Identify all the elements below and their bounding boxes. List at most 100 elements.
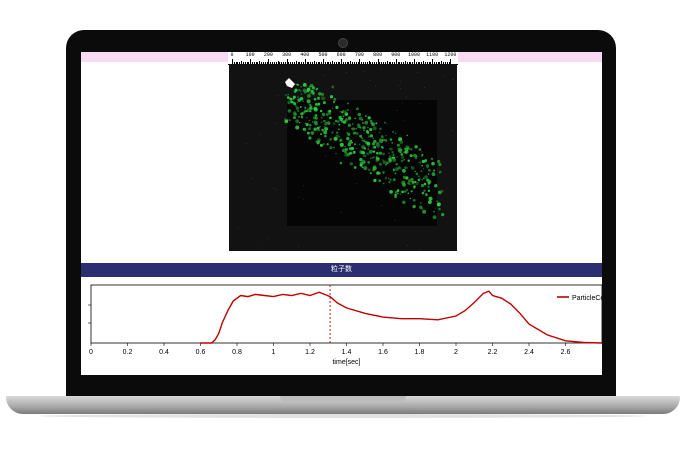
particle-dot bbox=[370, 121, 374, 125]
particle-dot bbox=[332, 100, 336, 104]
particle-dot bbox=[355, 147, 357, 149]
particle-dot bbox=[328, 109, 332, 113]
noise-dot bbox=[275, 122, 277, 124]
particle-dot bbox=[401, 190, 404, 194]
particle-dot bbox=[421, 154, 424, 156]
ruler-label: 100 bbox=[245, 52, 255, 58]
particle-dot bbox=[383, 121, 386, 124]
particle-dot bbox=[329, 138, 332, 141]
particle-dot bbox=[389, 138, 393, 141]
particle-dot bbox=[318, 140, 320, 142]
particle-dot bbox=[369, 127, 373, 132]
particle-image-view[interactable] bbox=[229, 64, 457, 251]
particle-dot bbox=[371, 142, 375, 146]
particle-dot bbox=[407, 192, 410, 195]
particle-dot bbox=[399, 140, 404, 144]
particle-dot bbox=[418, 161, 422, 164]
particle-dot bbox=[368, 146, 370, 148]
noise-dot bbox=[401, 102, 403, 104]
ruler-label: 900 bbox=[391, 52, 401, 58]
noise-dot bbox=[374, 85, 376, 87]
particle-dot bbox=[318, 92, 322, 96]
particle-dot bbox=[403, 176, 406, 179]
particle-dot bbox=[410, 190, 413, 193]
particle-dot bbox=[420, 170, 423, 173]
particle-dot bbox=[394, 132, 397, 135]
particle-dot bbox=[284, 94, 287, 96]
particle-dot bbox=[410, 154, 413, 157]
noise-dot bbox=[328, 68, 330, 70]
particle-dot bbox=[311, 121, 314, 123]
x-tick-label: 1.8 bbox=[415, 349, 425, 356]
x-tick-label: 1.6 bbox=[378, 349, 388, 356]
particle-dot bbox=[422, 168, 425, 170]
particle-dot bbox=[295, 83, 297, 86]
particle-dot bbox=[327, 112, 330, 115]
particle-dot bbox=[284, 119, 289, 123]
particle-dot bbox=[308, 127, 311, 130]
particle-dot bbox=[424, 158, 428, 162]
particle-dot bbox=[406, 167, 409, 169]
noise-dot bbox=[286, 79, 288, 81]
particle-dot bbox=[375, 158, 379, 163]
particle-dot bbox=[310, 131, 315, 135]
particle-dot bbox=[423, 182, 427, 186]
particle-dot bbox=[306, 117, 308, 119]
particle-dot bbox=[353, 166, 357, 169]
particle-dot bbox=[336, 131, 339, 134]
particle-dot bbox=[409, 183, 411, 186]
particle-dot bbox=[338, 123, 341, 126]
particle-dot bbox=[316, 121, 318, 123]
particle-dot bbox=[402, 200, 406, 204]
particle-dot bbox=[434, 184, 438, 188]
particle-count-chart[interactable]: 0 0.2 0.4 0.6 0.8 1 1.2 1.4 1.6 1.8 2 2.2 2.4 2.6 time… bbox=[81, 278, 602, 375]
particle-dot bbox=[310, 89, 314, 93]
particle-dot bbox=[392, 131, 394, 133]
particle-dot bbox=[389, 178, 392, 181]
particle-dot bbox=[322, 101, 326, 105]
particle-dot bbox=[423, 189, 426, 192]
noise-dot bbox=[258, 247, 260, 249]
noise-dot bbox=[356, 183, 357, 184]
particle-dot bbox=[420, 183, 424, 188]
particle-dot bbox=[427, 189, 431, 192]
particle-dot bbox=[307, 131, 310, 135]
particle-dot bbox=[437, 159, 441, 164]
particle-dot bbox=[351, 141, 353, 144]
particle-dot bbox=[424, 175, 428, 179]
particle-dot bbox=[368, 135, 371, 138]
particle-dot bbox=[370, 157, 372, 159]
particle-dot bbox=[423, 177, 425, 180]
particle-dot bbox=[400, 159, 404, 163]
particle-dot bbox=[421, 164, 424, 167]
particle-dot bbox=[349, 162, 353, 166]
particle-dot bbox=[323, 130, 328, 135]
particle-dot bbox=[421, 159, 425, 164]
x-tick-label: 1.2 bbox=[305, 349, 315, 356]
particle-dot bbox=[427, 180, 432, 184]
particle-dot bbox=[346, 136, 350, 141]
noise-dot bbox=[259, 134, 260, 136]
particle-dot bbox=[321, 128, 324, 132]
particle-dot bbox=[314, 103, 318, 106]
particle-dot bbox=[319, 125, 321, 128]
particle-dot bbox=[357, 112, 362, 117]
particle-dot bbox=[436, 202, 441, 207]
noise-dot bbox=[400, 81, 401, 83]
particle-dot bbox=[299, 121, 301, 124]
ruler-label: 1100 bbox=[426, 52, 439, 58]
particle-dot bbox=[287, 100, 291, 105]
x-tick-label: 0 bbox=[89, 349, 93, 356]
particle-dot bbox=[359, 143, 361, 145]
particle-dot bbox=[323, 126, 326, 128]
noise-dot bbox=[303, 198, 305, 200]
particle-dot bbox=[418, 175, 420, 177]
particle-dot bbox=[362, 154, 366, 158]
particle-dot bbox=[304, 109, 307, 113]
particle-dot bbox=[308, 119, 311, 122]
particle-dot bbox=[335, 105, 339, 109]
particle-dot bbox=[309, 105, 313, 109]
ruler-label: 300 bbox=[282, 52, 292, 58]
ruler-label: 1200 bbox=[444, 52, 457, 58]
panel-header: 粒子数 bbox=[81, 263, 602, 277]
